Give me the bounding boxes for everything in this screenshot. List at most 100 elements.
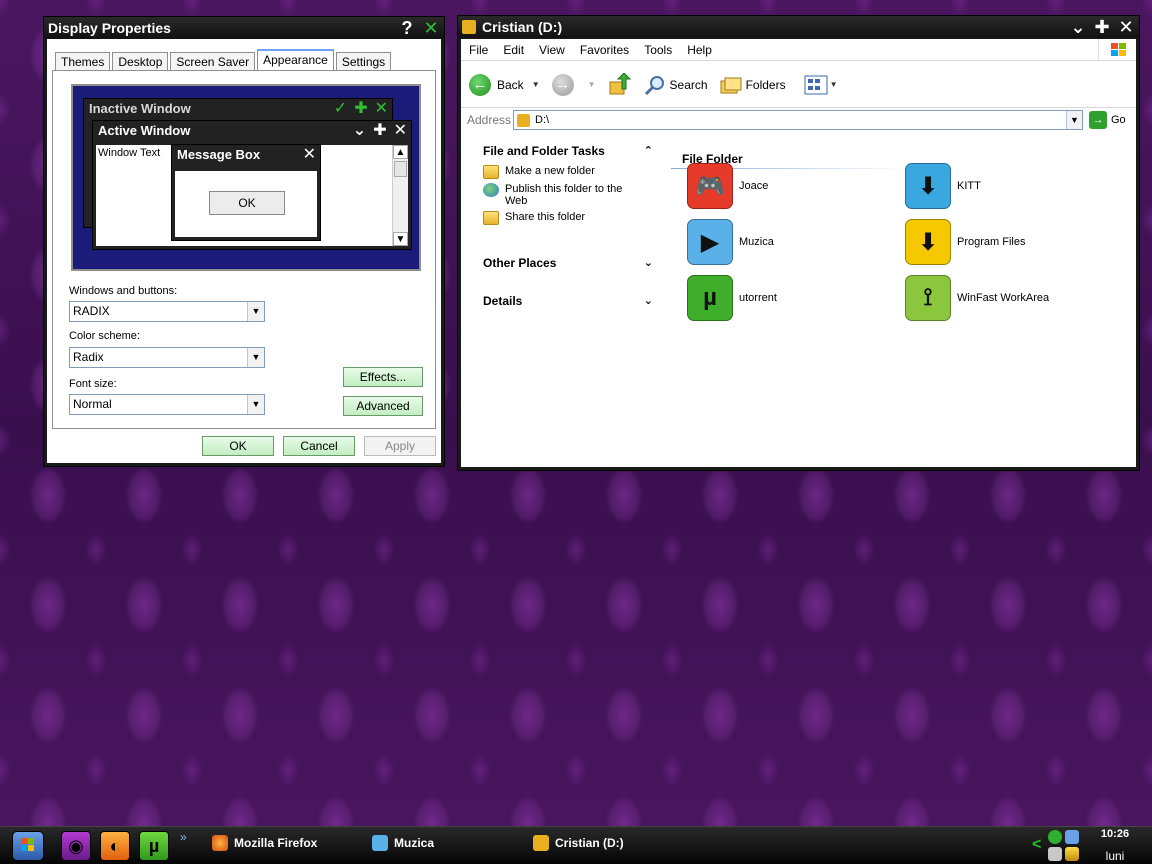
minimize-button[interactable]: ⌄	[1069, 18, 1087, 36]
chevron-down-icon[interactable]: ▼	[247, 348, 264, 367]
search-label: Search	[669, 77, 708, 92]
menu-bar: File Edit View Favorites Tools Help	[461, 39, 1136, 61]
task-firefox-label: Mozilla Firefox	[234, 836, 318, 850]
folder-item[interactable]: ⬇ KITT	[905, 163, 981, 209]
maximize-button[interactable]: ✚	[1093, 18, 1111, 36]
apply-button[interactable]: Apply	[364, 436, 436, 456]
folder-item[interactable]: µ utorrent	[687, 275, 777, 321]
details-label: Details	[483, 294, 523, 308]
preview-maximize-icon: ✚	[354, 100, 368, 117]
clock-time[interactable]: 10:26	[1095, 828, 1135, 840]
taskbar: ◉ ◐ µ » Mozilla Firefox Muzica Cristian …	[0, 826, 1152, 864]
tasks-header-label: File and Folder Tasks	[483, 144, 605, 158]
quicklaunch-app-icon[interactable]: ◉	[61, 831, 91, 861]
go-button[interactable]: → Go	[1089, 111, 1126, 129]
menu-tools[interactable]: Tools	[644, 43, 672, 57]
task-make-folder[interactable]: Make a new folder	[483, 165, 657, 179]
chevron-down-icon[interactable]: ⌄	[644, 253, 657, 273]
task-explorer[interactable]: Cristian (D:)	[533, 835, 624, 851]
folder-item[interactable]: ▶ Muzica	[687, 219, 774, 265]
folder-item-name: Muzica	[739, 236, 774, 248]
explorer-window: Cristian (D:) ⌄ ✚ ✕ File Edit View Favor…	[457, 15, 1140, 471]
other-places-header[interactable]: Other Places ⌄	[477, 253, 657, 273]
ok-button[interactable]: OK	[202, 436, 274, 456]
task-share-folder[interactable]: Share this folder	[483, 211, 657, 225]
download-arrow-icon: ⬇	[905, 163, 951, 209]
task-share-folder-label: Share this folder	[505, 211, 586, 223]
tab-appearance[interactable]: Appearance	[257, 49, 334, 71]
network-icon[interactable]	[1065, 830, 1079, 844]
up-folder-button[interactable]	[608, 72, 632, 97]
utorrent-icon[interactable]: µ	[139, 831, 169, 861]
menu-edit[interactable]: Edit	[503, 43, 524, 57]
folder-item[interactable]: 🎮 Joace	[687, 163, 768, 209]
effects-button[interactable]: Effects...	[343, 367, 423, 387]
explorer-titlebar[interactable]: Cristian (D:) ⌄ ✚ ✕	[458, 16, 1139, 38]
shield-icon[interactable]	[1065, 847, 1079, 861]
color-scheme-select[interactable]: Radix ▼	[69, 347, 265, 368]
close-button[interactable]: ✕	[422, 19, 440, 37]
task-publish-web[interactable]: Publish this folder to the Web	[483, 183, 657, 207]
quicklaunch-more-button[interactable]: »	[180, 830, 187, 844]
chevron-down-icon[interactable]: ▼	[247, 302, 264, 321]
windows-buttons-select[interactable]: RADIX ▼	[69, 301, 265, 322]
chevron-down-icon[interactable]: ▼	[588, 80, 596, 89]
firefox-icon	[212, 835, 228, 851]
task-muzica[interactable]: Muzica	[372, 835, 434, 851]
utorrent-tray-icon[interactable]	[1048, 830, 1062, 844]
chevron-down-icon[interactable]: ⌄	[644, 291, 657, 311]
gamepad-icon: 🎮	[687, 163, 733, 209]
share-folder-icon	[483, 211, 499, 225]
tray-expand-button[interactable]: <	[1032, 836, 1041, 854]
menu-file[interactable]: File	[469, 43, 488, 57]
search-button[interactable]: Search	[644, 74, 708, 96]
chevron-up-icon[interactable]: ⌃	[644, 141, 657, 161]
folder-item-name: utorrent	[739, 292, 777, 304]
go-label: Go	[1111, 114, 1126, 126]
tasks-header[interactable]: File and Folder Tasks ⌃	[477, 141, 657, 161]
drive-icon	[462, 20, 476, 34]
views-button[interactable]: ▼	[804, 75, 838, 95]
color-scheme-value: Radix	[73, 350, 104, 364]
cancel-button[interactable]: Cancel	[283, 436, 355, 456]
preview-scrollbar: ▲ ▼	[392, 145, 408, 246]
tab-screen-saver[interactable]: Screen Saver	[170, 52, 256, 71]
back-button[interactable]: ← Back ▼	[469, 73, 540, 96]
help-button[interactable]: ?	[398, 19, 416, 37]
volume-icon[interactable]	[1048, 847, 1062, 861]
close-button[interactable]: ✕	[1117, 18, 1135, 36]
menu-favorites[interactable]: Favorites	[580, 43, 629, 57]
font-size-value: Normal	[73, 397, 112, 411]
folders-button[interactable]: Folders	[720, 75, 786, 95]
start-button[interactable]	[12, 831, 44, 861]
tab-desktop[interactable]: Desktop	[112, 52, 169, 71]
chevron-down-icon[interactable]: ▼	[830, 80, 838, 89]
task-publish-web-label: Publish this folder to the Web	[505, 183, 623, 207]
appearance-preview: Inactive Window ✓ ✚ ✕ Active Window ⌄ ✚ …	[71, 84, 421, 271]
forward-button[interactable]: → ▼	[551, 73, 596, 96]
chevron-down-icon[interactable]: ▼	[532, 80, 540, 89]
folder-item[interactable]: ⟟ WinFast WorkArea	[905, 275, 1049, 321]
menu-help[interactable]: Help	[687, 43, 712, 57]
task-explorer-label: Cristian (D:)	[555, 836, 624, 850]
task-pane: File and Folder Tasks ⌃ Make a new folde…	[477, 141, 657, 311]
task-firefox[interactable]: Mozilla Firefox	[212, 835, 317, 851]
advanced-button[interactable]: Advanced	[343, 396, 423, 416]
display-properties-titlebar[interactable]: Display Properties ? ✕	[44, 17, 444, 39]
menu-view[interactable]: View	[539, 43, 565, 57]
appearance-panel: Inactive Window ✓ ✚ ✕ Active Window ⌄ ✚ …	[52, 70, 436, 429]
tab-settings[interactable]: Settings	[335, 52, 392, 71]
details-header[interactable]: Details ⌄	[477, 291, 657, 311]
windows-buttons-value: RADIX	[73, 304, 110, 318]
firefox-icon[interactable]: ◐	[100, 831, 130, 861]
chevron-down-icon[interactable]: ▼	[1066, 111, 1082, 129]
windows-buttons-label: Windows and buttons:	[69, 285, 178, 297]
chevron-down-icon[interactable]: ▼	[247, 395, 264, 414]
address-input[interactable]: D:\ ▼	[513, 110, 1083, 130]
dialog-body: Themes Desktop Screen Saver Appearance S…	[47, 39, 441, 463]
folder-item[interactable]: ⬇ Program Files	[905, 219, 1025, 265]
font-size-select[interactable]: Normal ▼	[69, 394, 265, 415]
play-icon: ▶	[687, 219, 733, 265]
back-arrow-icon: ←	[469, 73, 491, 96]
tab-themes[interactable]: Themes	[55, 52, 111, 71]
